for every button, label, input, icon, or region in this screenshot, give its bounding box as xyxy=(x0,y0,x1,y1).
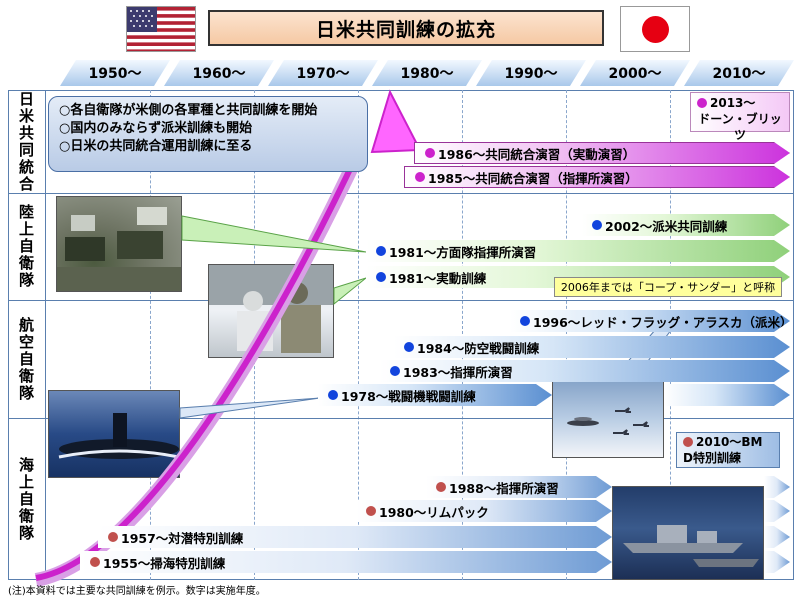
training-label: 1988～指揮所演習 xyxy=(449,480,559,496)
service-dot-icon xyxy=(376,272,386,282)
training-1988: 1988～指揮所演習 xyxy=(426,476,612,498)
row-label-asdf: 航空自衛隊 xyxy=(8,300,46,418)
service-dot-icon xyxy=(436,482,446,492)
training-label: 2002～派米共同訓練 xyxy=(605,218,728,234)
submarine-photo xyxy=(48,390,180,478)
warship-photo xyxy=(612,486,764,580)
decade-2010: 2010～ xyxy=(684,60,794,86)
training-label: 1957～対潜特別訓練 xyxy=(121,530,244,546)
training-1978-continuation xyxy=(664,384,790,406)
page-title: 日米共同訓練の拡充 xyxy=(208,10,604,46)
service-dot-icon xyxy=(366,506,376,516)
training-2010: 2010～BM D特別訓練 xyxy=(676,432,780,468)
training-2013: 2013～ ドーン・ブリッツ xyxy=(690,92,790,142)
decade-1960: 1960～ xyxy=(164,60,274,86)
field-training-photo xyxy=(208,264,334,358)
training-1984: 1984～防空戦闘訓練 xyxy=(394,336,790,358)
training-1980: 1980～リムパック xyxy=(356,500,612,522)
us-flag-icon xyxy=(126,6,196,52)
training-1957: 1957～対潜特別訓練 xyxy=(98,526,612,548)
training-label: 1983～指揮所演習 xyxy=(403,364,513,380)
decade-1990: 1990～ xyxy=(476,60,586,86)
training-1978: 1978～戦闘機戦闘訓練 xyxy=(318,384,552,406)
japan-flag-icon xyxy=(620,6,690,52)
training-1996: 1996～レッド・フラッグ・アラスカ（派米） xyxy=(510,310,790,332)
row-divider xyxy=(8,193,794,194)
service-dot-icon xyxy=(328,390,338,400)
decade-1970: 1970～ xyxy=(268,60,378,86)
service-dot-icon xyxy=(520,316,530,326)
callout-line: ○日米の共同統合運用訓練に至る xyxy=(59,139,253,154)
row-label-msdf: 海上自衛隊 xyxy=(8,418,46,580)
callout-line: ○国内のみならず派米訓練も開始 xyxy=(59,121,253,136)
service-dot-icon xyxy=(592,220,602,230)
training-label: 1985～共同統合演習（指揮所演習） xyxy=(428,170,638,186)
row-divider xyxy=(8,300,794,301)
callout-line: ○各自衛隊が米側の各軍種と共同訓練を開始 xyxy=(59,103,318,118)
decade-2000: 2000～ xyxy=(580,60,690,86)
row-label-joint: 日米共同統合 xyxy=(8,90,46,193)
service-dot-icon xyxy=(108,532,118,542)
training-label: 2013～ xyxy=(710,96,756,110)
footnote: (注)本資料では主要な共同訓練を例示。数字は実施年度。 xyxy=(8,586,266,597)
service-dot-icon xyxy=(683,437,693,447)
decade-1980: 1980～ xyxy=(372,60,482,86)
command-post-photo xyxy=(56,196,182,292)
service-dot-icon xyxy=(90,557,100,567)
training-1981-command: 1981～方面隊指揮所演習 xyxy=(366,240,790,262)
training-label: 1980～リムパック xyxy=(379,504,489,520)
training-label: 2010～BM xyxy=(696,435,763,449)
joint-dot-icon xyxy=(697,98,707,108)
training-1983: 1983～指揮所演習 xyxy=(380,360,790,382)
training-1986: 1986～共同統合演習（実動演習） xyxy=(414,142,790,164)
service-dot-icon xyxy=(376,246,386,256)
row-label-gsdf: 陸上自衛隊 xyxy=(8,193,46,300)
training-label: 1986～共同統合演習（実動演習） xyxy=(438,146,636,162)
joint-dot-icon xyxy=(415,172,425,182)
service-dot-icon xyxy=(404,342,414,352)
training-label: D特別訓練 xyxy=(683,451,741,465)
joint-dot-icon xyxy=(425,148,435,158)
training-1955: 1955～掃海特別訓練 xyxy=(80,551,612,573)
training-label: 1984～防空戦闘訓練 xyxy=(417,340,540,356)
service-dot-icon xyxy=(390,366,400,376)
training-label: 1978～戦闘機戦闘訓練 xyxy=(341,388,476,404)
training-label: 1955～掃海特別訓練 xyxy=(103,555,226,571)
training-label: 1981～方面隊指揮所演習 xyxy=(389,244,537,260)
decade-1950: 1950～ xyxy=(60,60,170,86)
training-label: 1981～実動訓練 xyxy=(389,270,487,286)
training-label: ドーン・ブリッツ xyxy=(698,112,782,142)
summary-callout: ○各自衛隊が米側の各軍種と共同訓練を開始 ○国内のみならず派米訓練も開始 ○日米… xyxy=(48,96,368,172)
training-1985: 1985～共同統合演習（指揮所演習） xyxy=(404,166,790,188)
training-label: 1996～レッド・フラッグ・アラスカ（派米） xyxy=(533,314,793,330)
aircraft-photo xyxy=(552,380,664,458)
training-2002: 2002～派米共同訓練 xyxy=(582,214,790,236)
rename-note: 2006年までは「コープ・サンダー」と呼称 xyxy=(554,277,782,297)
